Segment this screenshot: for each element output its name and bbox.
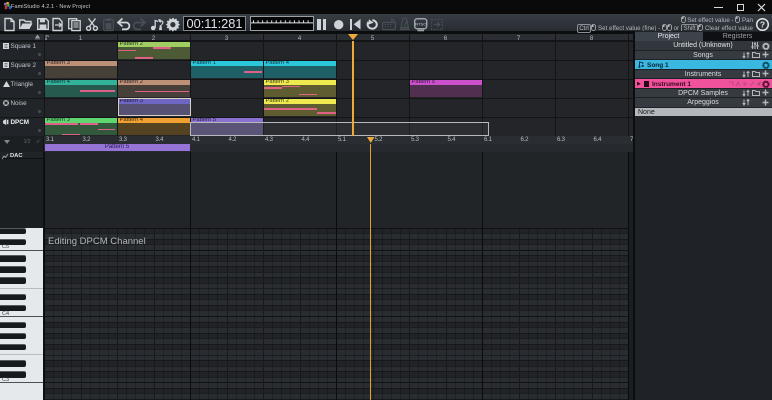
svg-text:NTSC: NTSC <box>415 21 426 26</box>
svg-text:?: ? <box>759 19 764 29</box>
